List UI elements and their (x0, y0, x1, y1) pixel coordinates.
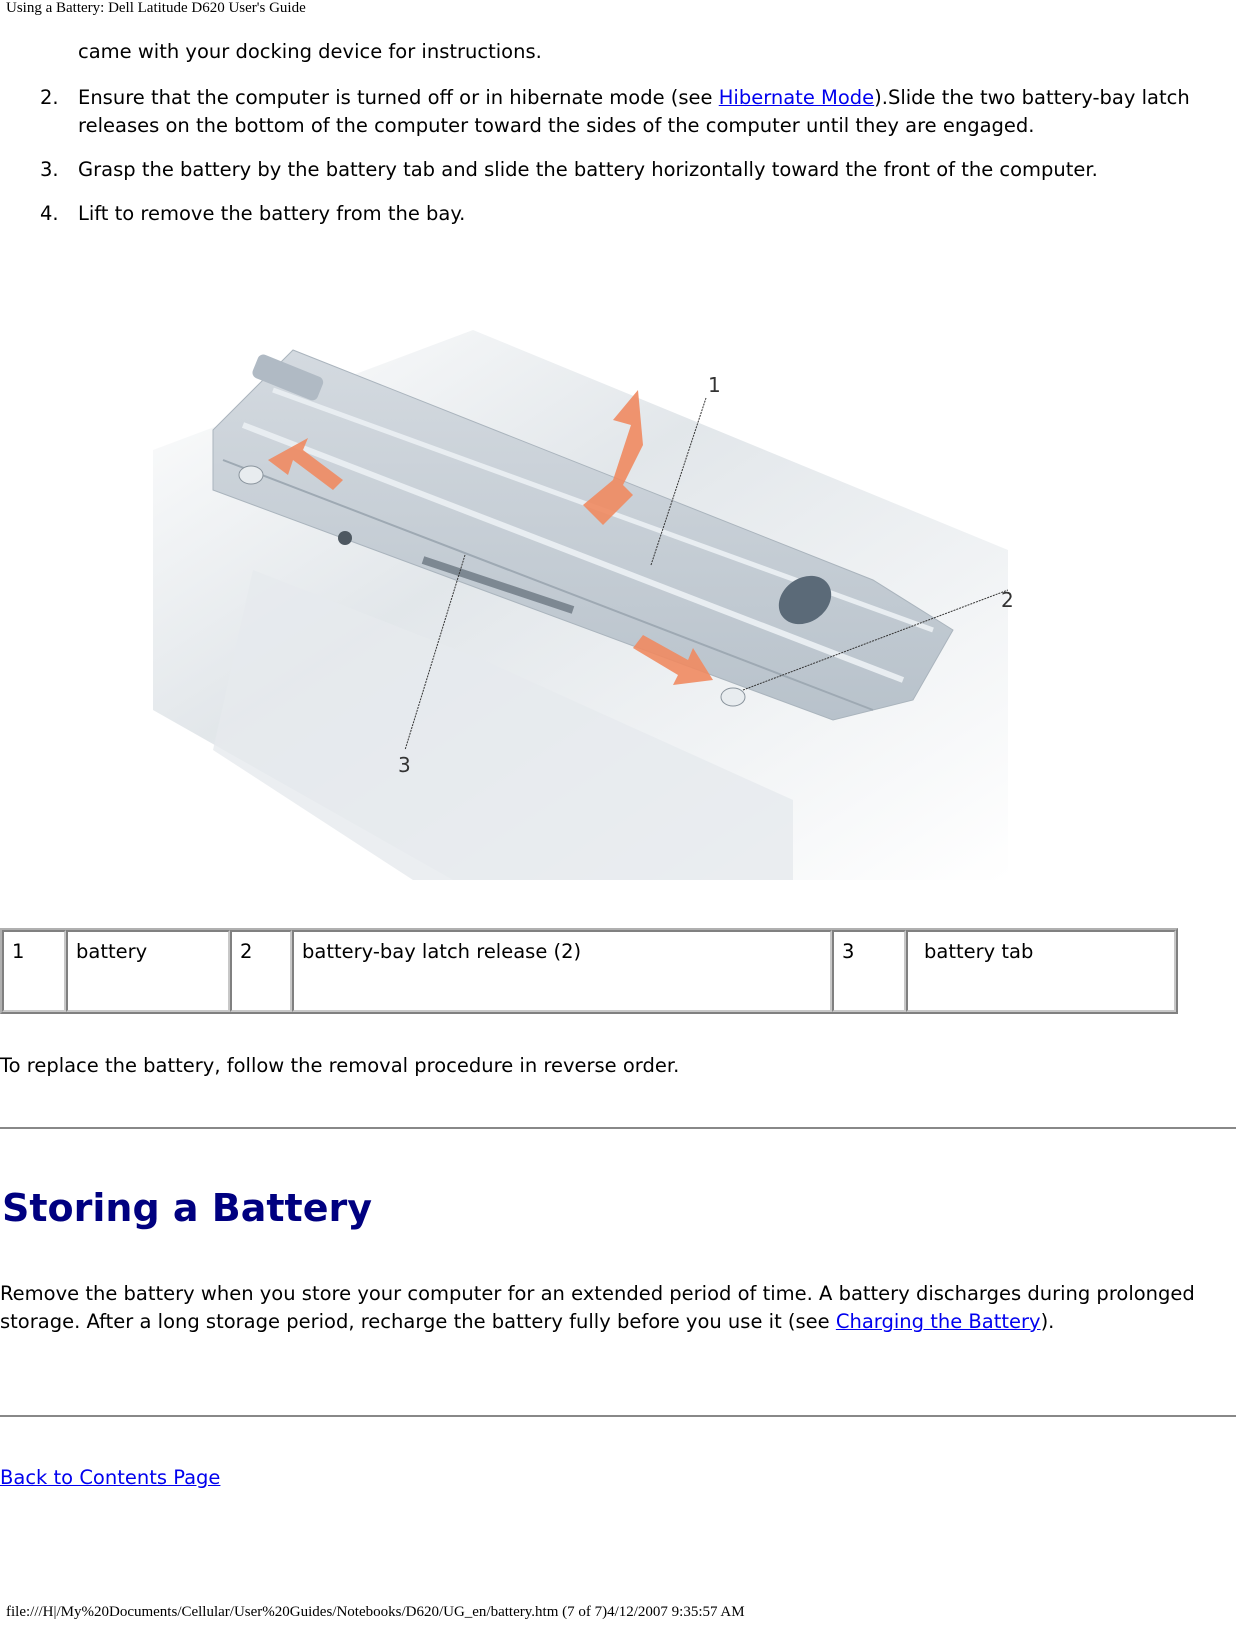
divider (0, 1127, 1236, 1129)
legend-num: 3 (832, 930, 906, 1012)
step-number: 2. (40, 86, 59, 109)
page-header: Using a Battery: Dell Latitude D620 User… (6, 0, 306, 16)
removal-steps: 2. Ensure that the computer is turned of… (0, 84, 1210, 244)
step-text: Lift to remove the battery from the bay. (78, 202, 466, 225)
storing-paragraph: Remove the battery when you store your c… (0, 1280, 1200, 1336)
continuation-text: came with your docking device for instru… (78, 40, 542, 63)
divider (0, 1415, 1236, 1417)
back-to-contents-link[interactable]: Back to Contents Page (0, 1466, 220, 1489)
storing-text-after: ). (1040, 1310, 1055, 1333)
legend-label: battery (66, 930, 230, 1012)
replace-instructions: To replace the battery, follow the remov… (0, 1054, 680, 1077)
step-text: Grasp the battery by the battery tab and… (78, 158, 1098, 181)
legend-num: 1 (2, 930, 66, 1012)
step-item: 4. Lift to remove the battery from the b… (0, 200, 1210, 228)
step-text: Ensure that the computer is turned off o… (78, 86, 719, 109)
table-row: 1 battery 2 battery-bay latch release (2… (2, 930, 1176, 1012)
legend-label: battery tab (906, 930, 1176, 1012)
callout-1: 1 (708, 373, 721, 397)
callout-2: 2 (1001, 588, 1014, 612)
legend-num: 2 (230, 930, 292, 1012)
hibernate-mode-link[interactable]: Hibernate Mode (719, 86, 874, 109)
step-item: 3. Grasp the battery by the battery tab … (0, 156, 1210, 184)
callout-3: 3 (398, 753, 411, 777)
battery-removal-figure: 1 3 2 (153, 330, 1014, 880)
page-footer: file:///H|/My%20Documents/Cellular/User%… (6, 1604, 745, 1620)
callout-legend-table: 1 battery 2 battery-bay latch release (2… (0, 928, 1178, 1014)
legend-label: battery-bay latch release (2) (292, 930, 832, 1012)
section-heading: Storing a Battery (2, 1186, 372, 1230)
step-item: 2. Ensure that the computer is turned of… (0, 84, 1210, 140)
charging-the-battery-link[interactable]: Charging the Battery (836, 1310, 1041, 1333)
battery-illustration: 1 3 (153, 330, 1009, 880)
step-number: 3. (40, 158, 59, 181)
step-number: 4. (40, 202, 59, 225)
